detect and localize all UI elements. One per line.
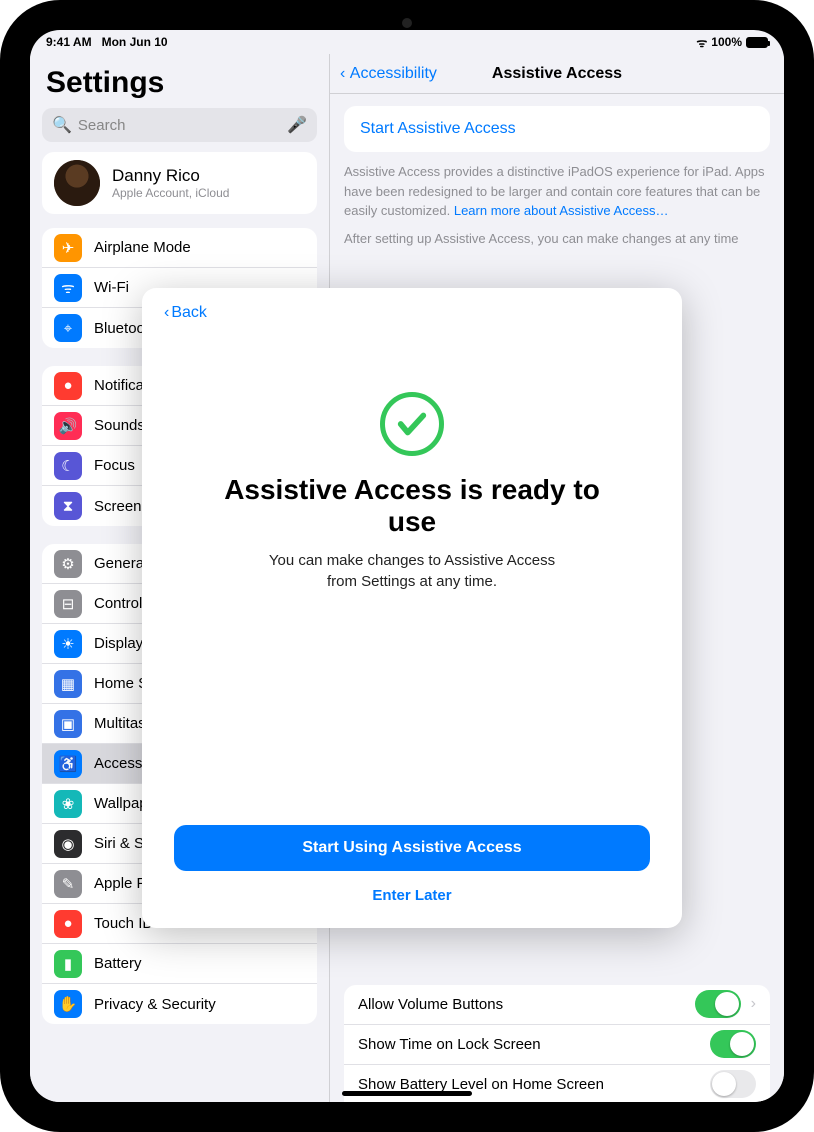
status-time: 9:41 AM — [46, 35, 92, 49]
app-icon: ✋ — [54, 990, 82, 1018]
toggle[interactable] — [695, 990, 741, 1018]
app-icon: ᯤ — [54, 274, 82, 302]
chevron-left-icon: ‹ — [340, 65, 345, 83]
search-input[interactable]: 🔍 Search 🎤 — [42, 108, 317, 142]
wifi-icon: ᯤ — [696, 34, 707, 51]
status-bar: 9:41 AM Mon Jun 10 ᯤ 100% — [30, 30, 784, 54]
toggle[interactable] — [710, 1030, 756, 1058]
search-icon: 🔍 — [52, 115, 72, 135]
search-placeholder: Search — [78, 117, 287, 134]
chevron-left-icon: ‹ — [164, 304, 169, 322]
toggle[interactable] — [710, 1070, 756, 1098]
app-icon: ✎ — [54, 870, 82, 898]
app-icon: ⊟ — [54, 590, 82, 618]
app-icon: ⌖ — [54, 314, 82, 342]
feature-description-2: After setting up Assistive Access, you c… — [344, 229, 770, 249]
app-icon: ☀ — [54, 630, 82, 658]
app-icon: ▮ — [54, 950, 82, 978]
app-icon: ♿ — [54, 750, 82, 778]
account-sub: Apple Account, iCloud — [112, 186, 229, 200]
toggle-row-show-time-on-lock-screen[interactable]: Show Time on Lock Screen — [344, 1025, 770, 1065]
app-icon: ⚙ — [54, 550, 82, 578]
app-icon: ● — [54, 372, 82, 400]
nav-back-button[interactable]: ‹ Accessibility — [330, 65, 437, 83]
modal-back-button[interactable]: ‹ Back — [164, 304, 660, 322]
avatar — [54, 160, 100, 206]
app-icon: ▣ — [54, 710, 82, 738]
app-icon: ✈ — [54, 234, 82, 262]
app-icon: ◉ — [54, 830, 82, 858]
sidebar-item-battery[interactable]: ▮ Battery — [42, 944, 317, 984]
apple-account-row[interactable]: Danny Rico Apple Account, iCloud — [42, 152, 317, 214]
feature-description: Assistive Access provides a distinctive … — [344, 162, 770, 221]
battery-pct: 100% — [711, 35, 742, 49]
page-title: Settings — [30, 54, 329, 108]
learn-more-link[interactable]: Learn more about Assistive Access… — [454, 203, 669, 218]
account-name: Danny Rico — [112, 166, 229, 186]
sidebar-item-label: Privacy & Security — [94, 996, 305, 1013]
start-using-button[interactable]: Start Using Assistive Access — [174, 825, 650, 871]
app-icon: ☾ — [54, 452, 82, 480]
sidebar-item-label: Airplane Mode — [94, 239, 305, 256]
app-icon: ⧗ — [54, 492, 82, 520]
checkmark-icon — [380, 392, 444, 456]
chevron-right-icon: › — [751, 995, 756, 1013]
battery-icon — [746, 37, 768, 48]
modal-heading: Assistive Access is ready to use — [222, 474, 602, 538]
enter-later-button[interactable]: Enter Later — [164, 881, 660, 910]
app-icon: ▦ — [54, 670, 82, 698]
sidebar-item-airplane-mode[interactable]: ✈ Airplane Mode — [42, 228, 317, 268]
status-date: Mon Jun 10 — [102, 35, 168, 49]
sidebar-item-privacy-security[interactable]: ✋ Privacy & Security — [42, 984, 317, 1024]
nav-title: Assistive Access — [492, 65, 622, 83]
home-indicator[interactable] — [342, 1091, 472, 1096]
toggle-row-show-battery-level-on-home-screen[interactable]: Show Battery Level on Home Screen — [344, 1065, 770, 1102]
assistive-access-ready-modal: ‹ Back Assistive Access is ready to use … — [142, 288, 682, 928]
sidebar-item-label: Battery — [94, 955, 305, 972]
app-icon: 🔊 — [54, 412, 82, 440]
toggle-row-allow-volume-buttons[interactable]: Allow Volume Buttons› — [344, 985, 770, 1025]
mic-icon[interactable]: 🎤 — [287, 115, 307, 135]
app-icon: ● — [54, 910, 82, 938]
options-toggle-group: Allow Volume Buttons›Show Time on Lock S… — [344, 985, 770, 1102]
app-icon: ❀ — [54, 790, 82, 818]
start-assistive-access-link[interactable]: Start Assistive Access — [344, 106, 770, 152]
modal-body: You can make changes to Assistive Access… — [262, 550, 562, 592]
